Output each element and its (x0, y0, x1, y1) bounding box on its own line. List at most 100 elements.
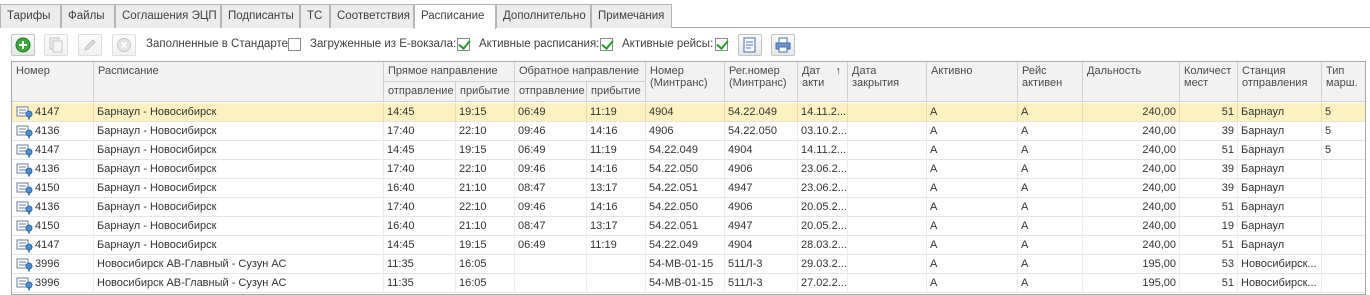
cell-reg-number-mintrans[interactable]: 4947 (725, 179, 798, 198)
cell-trip-active[interactable]: А (1018, 198, 1083, 217)
cell-reg-number-mintrans[interactable]: 4947 (725, 217, 798, 236)
cell-active[interactable]: А (927, 236, 1018, 255)
cell-schedule[interactable]: Новосибирск АВ-Главный - Сузун АС (94, 255, 384, 274)
cell-forward-departure[interactable]: 11:35 (384, 255, 456, 274)
cell-distance[interactable]: 240,00 (1083, 236, 1180, 255)
cell-date-active[interactable]: 20.05.2... (798, 217, 848, 236)
table-row[interactable]: 4147 Барнаул - Новосибирск 14:45 19:15 06:49… (12, 141, 1365, 160)
header-distance[interactable]: Дальность (1083, 62, 1180, 102)
cell-departure-station[interactable]: Барнаул (1238, 217, 1322, 236)
cell-date-active[interactable]: 27.02.2... (798, 274, 848, 293)
report-button[interactable] (738, 34, 762, 56)
cell-date-close[interactable] (848, 122, 927, 141)
cell-date-active[interactable]: 28.03.2... (798, 236, 848, 255)
cell-departure-station[interactable]: Барнаул (1238, 122, 1322, 141)
cell-active[interactable]: А (927, 255, 1018, 274)
cell-active[interactable]: А (927, 274, 1018, 293)
tab-ecp-agreements[interactable]: Соглашения ЭЦП (115, 4, 221, 28)
cell-seats[interactable]: 39 (1180, 122, 1238, 141)
cell-reg-number-mintrans[interactable]: 4904 (725, 236, 798, 255)
cell-number-mintrans[interactable]: 54.22.049 (646, 236, 725, 255)
cell-seats[interactable]: 39 (1180, 179, 1238, 198)
cell-forward-departure[interactable]: 16:40 (384, 179, 456, 198)
tab-notes[interactable]: Примечания (591, 4, 672, 28)
tab-mappings[interactable]: Соответствия (330, 4, 414, 28)
cell-schedule[interactable]: Барнаул - Новосибирск (94, 122, 384, 141)
cell-number-mintrans[interactable]: 4904 (646, 103, 725, 122)
cell-departure-station[interactable]: Барнаул (1238, 179, 1322, 198)
cell-schedule[interactable]: Барнаул - Новосибирск (94, 160, 384, 179)
header-date-close[interactable]: Дата закрытия (848, 62, 927, 102)
cell-route-type[interactable] (1322, 255, 1365, 274)
cell-seats[interactable]: 39 (1180, 160, 1238, 179)
cell-distance[interactable]: 240,00 (1083, 141, 1180, 160)
tab-tariffs[interactable]: Тарифы (0, 4, 61, 28)
cell-active[interactable]: А (927, 103, 1018, 122)
cell-number[interactable]: 4136 (12, 160, 94, 179)
header-active[interactable]: Активно (927, 62, 1018, 102)
edit-button[interactable] (78, 34, 102, 56)
cell-date-close[interactable] (848, 160, 927, 179)
cell-number[interactable]: 3996 (12, 255, 94, 274)
cell-date-close[interactable] (848, 141, 927, 160)
table-row[interactable]: 4136 Барнаул - Новосибирск 17:40 22:10 09:46… (12, 198, 1365, 217)
cell-date-close[interactable] (848, 103, 927, 122)
cell-trip-active[interactable]: А (1018, 141, 1083, 160)
cell-distance[interactable]: 240,00 (1083, 217, 1180, 236)
cell-number[interactable]: 4147 (12, 141, 94, 160)
tab-files[interactable]: Файлы (61, 4, 115, 28)
print-button[interactable] (771, 34, 795, 56)
cell-trip-active[interactable]: А (1018, 236, 1083, 255)
cell-date-active[interactable]: 20.05.2... (798, 198, 848, 217)
cell-trip-active[interactable]: А (1018, 122, 1083, 141)
cell-active[interactable]: А (927, 179, 1018, 198)
cell-seats[interactable]: 51 (1180, 141, 1238, 160)
cell-trip-active[interactable]: А (1018, 179, 1083, 198)
tab-additional[interactable]: Дополнительно (496, 4, 591, 28)
cell-departure-station[interactable]: Новосибирск... (1238, 255, 1322, 274)
cell-trip-active[interactable]: А (1018, 255, 1083, 274)
cell-number[interactable]: 3996 (12, 274, 94, 293)
cell-forward-arrival[interactable]: 16:05 (456, 255, 515, 274)
header-number-mintrans[interactable]: Номер (Минтранс) (646, 62, 725, 102)
cell-backward-departure[interactable]: 08:47 (515, 179, 587, 198)
cell-seats[interactable]: 51 (1180, 236, 1238, 255)
cell-date-close[interactable] (848, 255, 927, 274)
cell-trip-active[interactable]: А (1018, 217, 1083, 236)
cell-backward-arrival[interactable]: 14:16 (587, 160, 646, 179)
cell-backward-arrival[interactable]: 11:19 (587, 103, 646, 122)
cell-backward-departure[interactable] (515, 274, 587, 293)
cell-backward-arrival[interactable]: 11:19 (587, 236, 646, 255)
header-backward-arrival[interactable]: прибытие (587, 82, 646, 102)
cell-seats[interactable]: 51 (1180, 274, 1238, 293)
cell-backward-departure[interactable]: 06:49 (515, 141, 587, 160)
header-number[interactable]: Номер (12, 62, 94, 102)
cell-forward-arrival[interactable]: 16:05 (456, 274, 515, 293)
cell-backward-arrival[interactable] (587, 255, 646, 274)
cell-number-mintrans[interactable]: 54.22.049 (646, 141, 725, 160)
cell-number[interactable]: 4136 (12, 122, 94, 141)
cell-reg-number-mintrans[interactable]: 4906 (725, 160, 798, 179)
tab-signers[interactable]: Подписанты (221, 4, 300, 28)
cell-forward-arrival[interactable]: 21:10 (456, 179, 515, 198)
cell-active[interactable]: А (927, 198, 1018, 217)
loaded-from-evokzal-checkbox[interactable] (457, 38, 470, 51)
cell-reg-number-mintrans[interactable]: 54.22.049 (725, 103, 798, 122)
cell-forward-departure[interactable]: 16:40 (384, 217, 456, 236)
cell-active[interactable]: А (927, 122, 1018, 141)
cell-forward-arrival[interactable]: 22:10 (456, 160, 515, 179)
cell-number[interactable]: 4147 (12, 103, 94, 122)
cell-schedule[interactable]: Новосибирск АВ-Главный - Сузун АС (94, 274, 384, 293)
cell-date-close[interactable] (848, 217, 927, 236)
cell-date-close[interactable] (848, 198, 927, 217)
cell-number-mintrans[interactable]: 54.22.051 (646, 217, 725, 236)
cell-forward-departure[interactable]: 17:40 (384, 160, 456, 179)
cell-forward-arrival[interactable]: 22:10 (456, 122, 515, 141)
cell-number[interactable]: 4147 (12, 236, 94, 255)
cell-backward-arrival[interactable]: 13:17 (587, 179, 646, 198)
cell-backward-arrival[interactable] (587, 274, 646, 293)
cell-seats[interactable]: 51 (1180, 103, 1238, 122)
cell-departure-station[interactable]: Новосибирск... (1238, 274, 1322, 293)
cell-number-mintrans[interactable]: 54.22.050 (646, 160, 725, 179)
cell-number-mintrans[interactable]: 4906 (646, 122, 725, 141)
